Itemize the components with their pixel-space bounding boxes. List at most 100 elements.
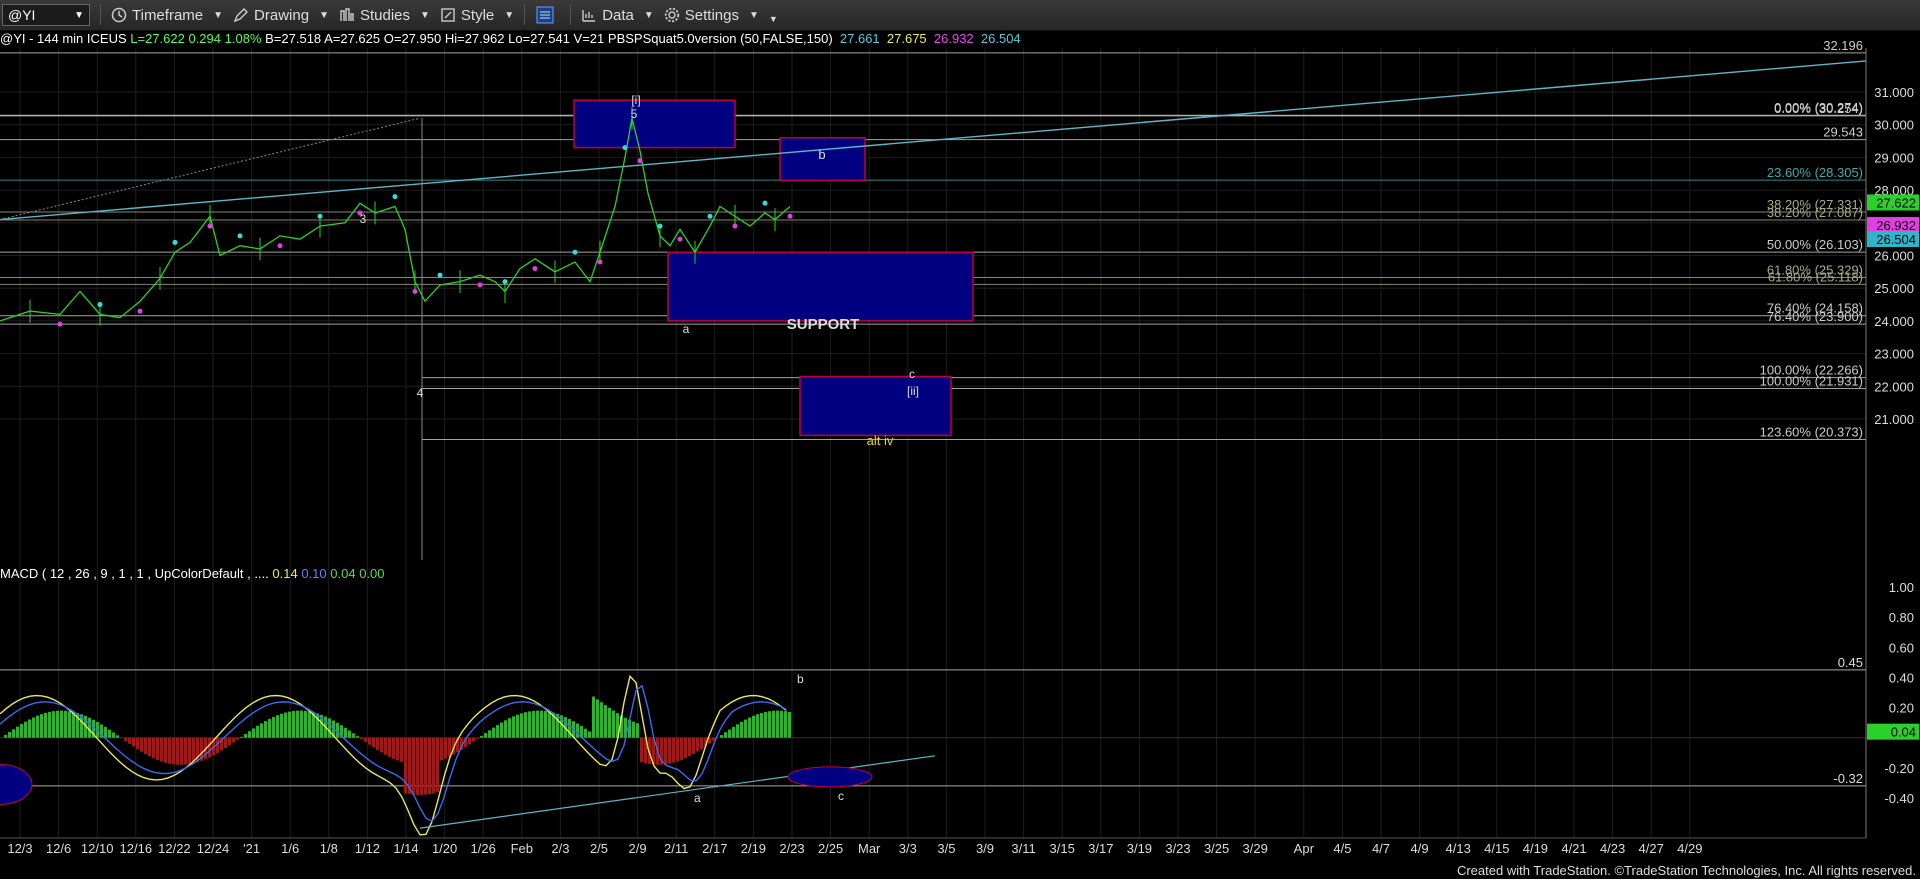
time-axis-label: 1/20 (432, 841, 457, 856)
macd-histogram-bar (780, 710, 783, 738)
time-axis-label: 4/21 (1561, 841, 1586, 856)
macd-histogram-bar (688, 737, 691, 757)
macd-histogram-bar (164, 737, 167, 763)
fib-level-label: 0.00% (30.274) (1774, 100, 1863, 115)
macd-histogram-bar (364, 737, 367, 742)
wave-label: 5 (631, 107, 638, 121)
macd-histogram-bar (104, 727, 107, 738)
macd-histogram-bar (404, 737, 407, 794)
macd-histogram-bar (488, 730, 491, 738)
time-axis-label: 3/25 (1204, 841, 1229, 856)
macd-histogram-bar (756, 714, 759, 738)
macd-histogram-bar (748, 717, 751, 738)
time-axis-label: 2/25 (818, 841, 843, 856)
macd-histogram-bar (496, 725, 499, 738)
macd-histogram-bar (736, 724, 739, 738)
study-dot-magenta (207, 223, 213, 229)
macd-histogram-bar (472, 737, 475, 742)
macd-histogram-bar (428, 737, 431, 795)
fib-level-label: 32.196 (1823, 38, 1863, 53)
time-axis-label: 1/12 (355, 841, 380, 856)
macd-histogram-bar (608, 707, 611, 738)
wave-label: 3 (360, 212, 367, 226)
time-axis-label: 4/19 (1523, 841, 1548, 856)
macd-histogram-bar (156, 737, 159, 760)
time-axis-label: 4/27 (1639, 841, 1664, 856)
macd-histogram-bar (224, 737, 227, 748)
time-axis-label: 4/15 (1484, 841, 1509, 856)
macd-histogram-bar (232, 737, 235, 743)
study-dot-cyan (762, 200, 768, 206)
time-axis-label: Apr (1294, 841, 1315, 856)
time-axis-label: 4/9 (1411, 841, 1429, 856)
macd-histogram-bar (244, 733, 247, 738)
macd-histogram-bar (8, 732, 11, 738)
macd-histogram-bar (52, 711, 55, 738)
macd-histogram-bar (168, 737, 171, 764)
price-axis[interactable]: 31.00030.00029.00028.00027.00026.00025.0… (1865, 48, 1920, 838)
macd-histogram-bar (700, 737, 703, 749)
macd-histogram-bar (112, 732, 115, 738)
macd-wave-label-a: a (694, 791, 701, 805)
macd-left-ellipse (0, 763, 33, 805)
macd-histogram-bar (272, 716, 275, 738)
time-axis-label: 3/23 (1165, 841, 1190, 856)
wave-label: 4 (417, 386, 424, 400)
macd-histogram-bar (280, 713, 283, 738)
macd-histogram-bar (396, 737, 399, 761)
trendline-dashed (0, 117, 421, 221)
study-dot-cyan (392, 194, 398, 200)
macd-histogram-bar (768, 711, 771, 738)
macd-histogram-bar (676, 737, 679, 762)
macd-axis-label: -0.20 (1884, 761, 1914, 776)
macd-axis-label: -0.40 (1884, 791, 1914, 806)
macd-histogram-bar (360, 737, 363, 740)
macd-histogram-bar (712, 737, 715, 741)
macd-histogram-bar (576, 723, 579, 738)
macd-histogram-bar (132, 737, 135, 747)
macd-histogram-bar (372, 737, 375, 748)
macd-histogram-bar (140, 737, 143, 752)
target-box (573, 99, 736, 149)
macd-histogram-bar (516, 714, 519, 738)
price-chart[interactable]: 32.1960.00% (30.254)0.00% (30.274)29.543… (0, 0, 1920, 879)
macd-histogram-bar (328, 718, 331, 738)
macd-histogram-bar (152, 737, 155, 759)
time-axis-label: 12/16 (120, 841, 153, 856)
macd-histogram-bar (588, 731, 591, 738)
time-axis-label: 2/5 (590, 841, 608, 856)
macd-histogram-bar (548, 711, 551, 738)
fib-level-label: 29.543 (1823, 125, 1863, 140)
last-price-tag: 27.622 (1876, 195, 1916, 210)
macd-histogram-bar (668, 737, 671, 764)
wave-label: [ii] (907, 384, 919, 398)
macd-histogram-bar (468, 737, 471, 745)
macd-histogram-bar (240, 736, 243, 738)
macd-axis-label: 0.20 (1889, 701, 1914, 716)
study-dot-magenta (137, 308, 143, 314)
macd-histogram-bar (24, 721, 27, 738)
macd-target-ellipse (787, 766, 873, 788)
macd-histogram-bar (744, 719, 747, 738)
time-axis-label: 2/3 (551, 841, 569, 856)
macd-histogram-bar (124, 737, 127, 741)
macd-histogram-bar (60, 710, 63, 738)
macd-histogram-bar (252, 728, 255, 738)
macd-histogram-bar (532, 710, 535, 738)
time-axis[interactable]: 12/3 12/6 12/10 12/16 12/22 12/24 '21 1/6 1/8 1/1… (0, 837, 1866, 856)
time-axis-label: 4/5 (1333, 841, 1351, 856)
macd-histogram-bar (636, 723, 639, 738)
macd-histogram-bar (680, 737, 683, 760)
macd-histogram-bar (188, 737, 191, 765)
macd-histogram-bar (416, 737, 419, 795)
time-axis-label: 2/19 (741, 841, 766, 856)
macd-histogram-bar (376, 737, 379, 750)
macd-histogram-bar (752, 715, 755, 738)
study-dot-magenta (637, 158, 643, 164)
time-axis-label: 12/24 (197, 841, 230, 856)
macd-histogram-bar (412, 737, 415, 795)
target-box (799, 375, 952, 437)
macd-histogram-bar (352, 733, 355, 738)
macd-histogram-bar (440, 737, 443, 761)
macd-histogram-bar (56, 710, 59, 738)
